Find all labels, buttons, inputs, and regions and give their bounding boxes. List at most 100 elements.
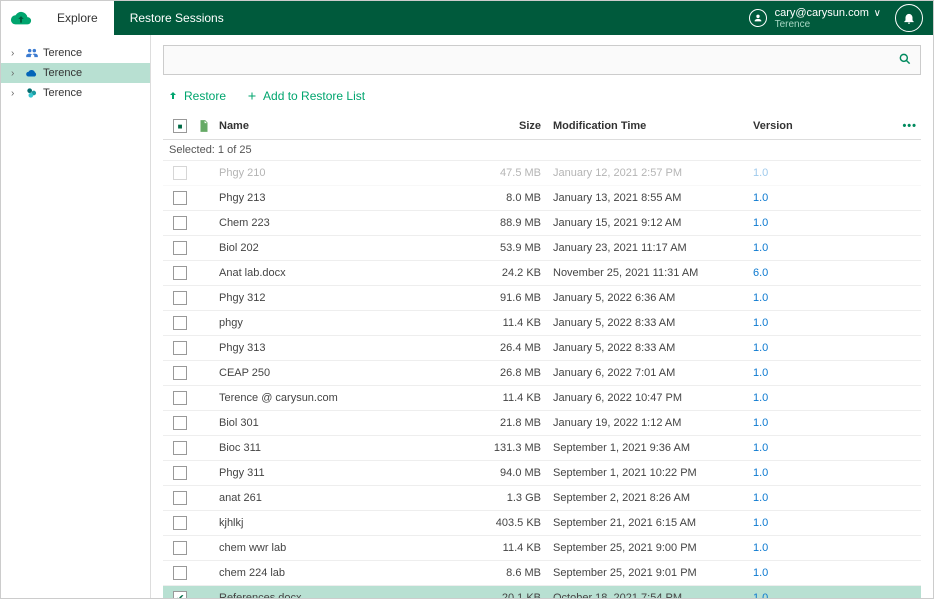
tab-restore-sessions[interactable]: Restore Sessions [114, 1, 240, 35]
selection-summary: Selected: 1 of 25 [163, 140, 921, 161]
row-checkbox[interactable] [173, 591, 187, 598]
table-row[interactable]: Phgy 31291.6 MBJanuary 5, 2022 6:36 AM1.… [163, 286, 921, 311]
table-row[interactable]: Phgy 21047.5 MBJanuary 12, 2021 2:57 PM1… [163, 161, 921, 186]
table-row[interactable]: Biol 20253.9 MBJanuary 23, 2021 11:17 AM… [163, 236, 921, 261]
more-columns-icon[interactable]: ••• [893, 120, 917, 132]
row-checkbox[interactable] [173, 491, 187, 505]
sidebar-item-1[interactable]: ›Terence [1, 63, 150, 83]
row-checkbox[interactable] [173, 216, 187, 230]
sidebar-item-2[interactable]: › Terence [1, 83, 150, 103]
chevron-down-icon: ∨ [871, 8, 881, 19]
row-version[interactable]: 1.0 [753, 492, 893, 504]
row-checkbox[interactable] [173, 416, 187, 430]
table-row[interactable]: Biol 30121.8 MBJanuary 19, 2022 1:12 AM1… [163, 411, 921, 436]
row-version[interactable]: 1.0 [753, 467, 893, 479]
row-checkbox[interactable] [173, 566, 187, 580]
row-name: Phgy 311 [215, 467, 473, 479]
sidebar-tree: ›Terence›Terence›Terence [1, 35, 151, 598]
table-row[interactable]: CEAP 25026.8 MBJanuary 6, 2022 7:01 AM1.… [163, 361, 921, 386]
search-icon[interactable] [898, 52, 912, 69]
row-version[interactable]: 1.0 [753, 242, 893, 254]
table-row[interactable]: kjhlkj403.5 KBSeptember 21, 2021 6:15 AM… [163, 511, 921, 536]
chevron-right-icon: › [11, 68, 21, 79]
table-row[interactable]: Chem 22388.9 MBJanuary 15, 2021 9:12 AM1… [163, 211, 921, 236]
search-input[interactable] [172, 53, 898, 67]
row-modification-time: September 25, 2021 9:01 PM [553, 567, 753, 579]
row-checkbox[interactable] [173, 291, 187, 305]
row-size: 91.6 MB [473, 292, 553, 304]
row-checkbox[interactable] [173, 266, 187, 280]
table-row[interactable]: References.docx20.1 KBOctober 18, 2021 7… [163, 586, 921, 598]
row-version[interactable]: 1.0 [753, 317, 893, 329]
table-row[interactable]: Phgy 2138.0 MBJanuary 13, 2021 8:55 AM1.… [163, 186, 921, 211]
row-name: Phgy 213 [215, 192, 473, 204]
row-checkbox[interactable] [173, 466, 187, 480]
row-checkbox[interactable] [173, 516, 187, 530]
row-size: 53.9 MB [473, 242, 553, 254]
row-checkbox[interactable] [173, 316, 187, 330]
table-row[interactable]: Anat lab.docx24.2 KBNovember 25, 2021 11… [163, 261, 921, 286]
row-name: Phgy 313 [215, 342, 473, 354]
row-checkbox[interactable] [173, 241, 187, 255]
table-row[interactable]: chem wwr lab11.4 KBSeptember 25, 2021 9:… [163, 536, 921, 561]
row-modification-time: January 19, 2022 1:12 AM [553, 417, 753, 429]
sidebar-item-0[interactable]: ›Terence [1, 43, 150, 63]
row-version[interactable]: 1.0 [753, 367, 893, 379]
row-version[interactable]: 1.0 [753, 417, 893, 429]
select-all-checkbox[interactable] [173, 119, 187, 133]
tab-explore[interactable]: Explore [41, 1, 114, 35]
row-checkbox[interactable] [173, 166, 187, 180]
table-row[interactable]: Terence @ carysun.com11.4 KBJanuary 6, 2… [163, 386, 921, 411]
row-version[interactable]: 6.0 [753, 267, 893, 279]
user-menu[interactable]: cary@carysun.com ∨ Terence [739, 1, 933, 35]
table-row[interactable]: Bioc 311131.3 MBSeptember 1, 2021 9:36 A… [163, 436, 921, 461]
row-size: 8.6 MB [473, 567, 553, 579]
table-row[interactable]: phgy11.4 KBJanuary 5, 2022 8:33 AM1.0 [163, 311, 921, 336]
add-to-restore-list-button[interactable]: Add to Restore List [246, 89, 365, 103]
restore-button[interactable]: Restore [167, 89, 226, 103]
row-modification-time: September 1, 2021 10:22 PM [553, 467, 753, 479]
row-size: 88.9 MB [473, 217, 553, 229]
sidebar-item-label: Terence [43, 87, 82, 99]
row-name: chem 224 lab [215, 567, 473, 579]
table-row[interactable]: anat 2611.3 GBSeptember 2, 2021 8:26 AM1… [163, 486, 921, 511]
row-size: 47.5 MB [473, 167, 553, 179]
row-checkbox[interactable] [173, 391, 187, 405]
column-name[interactable]: Name [215, 120, 473, 132]
row-version[interactable]: 1.0 [753, 292, 893, 304]
user-display-name: Terence [775, 19, 881, 30]
row-size: 131.3 MB [473, 442, 553, 454]
row-name: Bioc 311 [215, 442, 473, 454]
row-version[interactable]: 1.0 [753, 592, 893, 598]
table-row[interactable]: Phgy 31326.4 MBJanuary 5, 2022 8:33 AM1.… [163, 336, 921, 361]
row-version[interactable]: 1.0 [753, 192, 893, 204]
row-checkbox[interactable] [173, 366, 187, 380]
row-version[interactable]: 1.0 [753, 542, 893, 554]
row-modification-time: October 18, 2021 7:54 PM [553, 592, 753, 598]
chevron-right-icon: › [11, 88, 21, 99]
row-version[interactable]: 1.0 [753, 217, 893, 229]
column-modification-time[interactable]: Modification Time [553, 120, 753, 132]
row-checkbox[interactable] [173, 441, 187, 455]
row-version[interactable]: 1.0 [753, 342, 893, 354]
row-checkbox[interactable] [173, 341, 187, 355]
table-row[interactable]: chem 224 lab8.6 MBSeptember 25, 2021 9:0… [163, 561, 921, 586]
row-version[interactable]: 1.0 [753, 167, 893, 179]
row-modification-time: September 25, 2021 9:00 PM [553, 542, 753, 554]
row-version[interactable]: 1.0 [753, 392, 893, 404]
row-checkbox[interactable] [173, 191, 187, 205]
row-modification-time: January 12, 2021 2:57 PM [553, 167, 753, 179]
notifications-button[interactable] [895, 4, 923, 32]
row-size: 11.4 KB [473, 542, 553, 554]
column-size[interactable]: Size [473, 120, 553, 132]
column-version[interactable]: Version [753, 120, 893, 132]
row-version[interactable]: 1.0 [753, 567, 893, 579]
row-version[interactable]: 1.0 [753, 517, 893, 529]
row-modification-time: January 5, 2022 8:33 AM [553, 317, 753, 329]
table-header: Name Size Modification Time Version ••• [163, 113, 921, 140]
row-modification-time: January 6, 2022 7:01 AM [553, 367, 753, 379]
row-modification-time: January 5, 2022 6:36 AM [553, 292, 753, 304]
row-version[interactable]: 1.0 [753, 442, 893, 454]
row-checkbox[interactable] [173, 541, 187, 555]
table-row[interactable]: Phgy 31194.0 MBSeptember 1, 2021 10:22 P… [163, 461, 921, 486]
